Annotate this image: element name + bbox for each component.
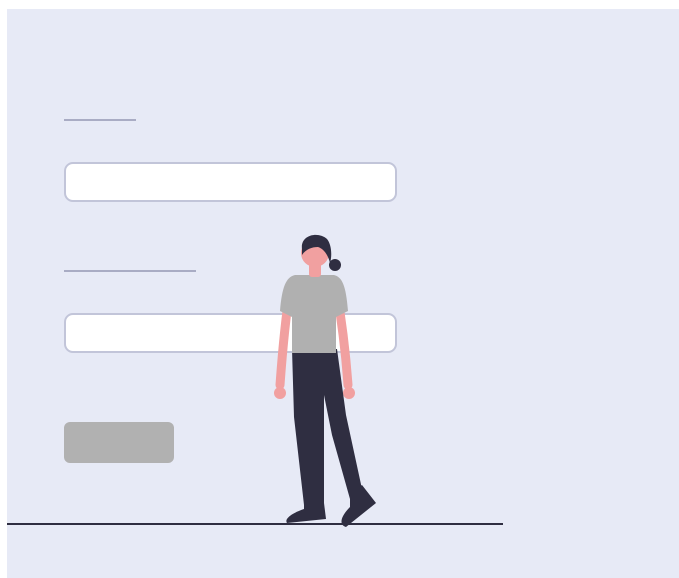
shoe-back xyxy=(341,485,376,527)
ground-line xyxy=(7,523,503,525)
text-input-1[interactable] xyxy=(64,162,397,202)
hand-back xyxy=(343,387,355,399)
shoe-front xyxy=(286,503,326,523)
hand-front xyxy=(274,387,286,399)
login-illustration-panel xyxy=(7,9,679,578)
submit-button[interactable] xyxy=(64,422,174,463)
field-label-placeholder-1 xyxy=(64,119,136,121)
person-walking-icon xyxy=(274,234,376,527)
shirt xyxy=(280,275,348,353)
hair-bun xyxy=(329,259,341,271)
field-label-placeholder-2 xyxy=(64,270,196,272)
